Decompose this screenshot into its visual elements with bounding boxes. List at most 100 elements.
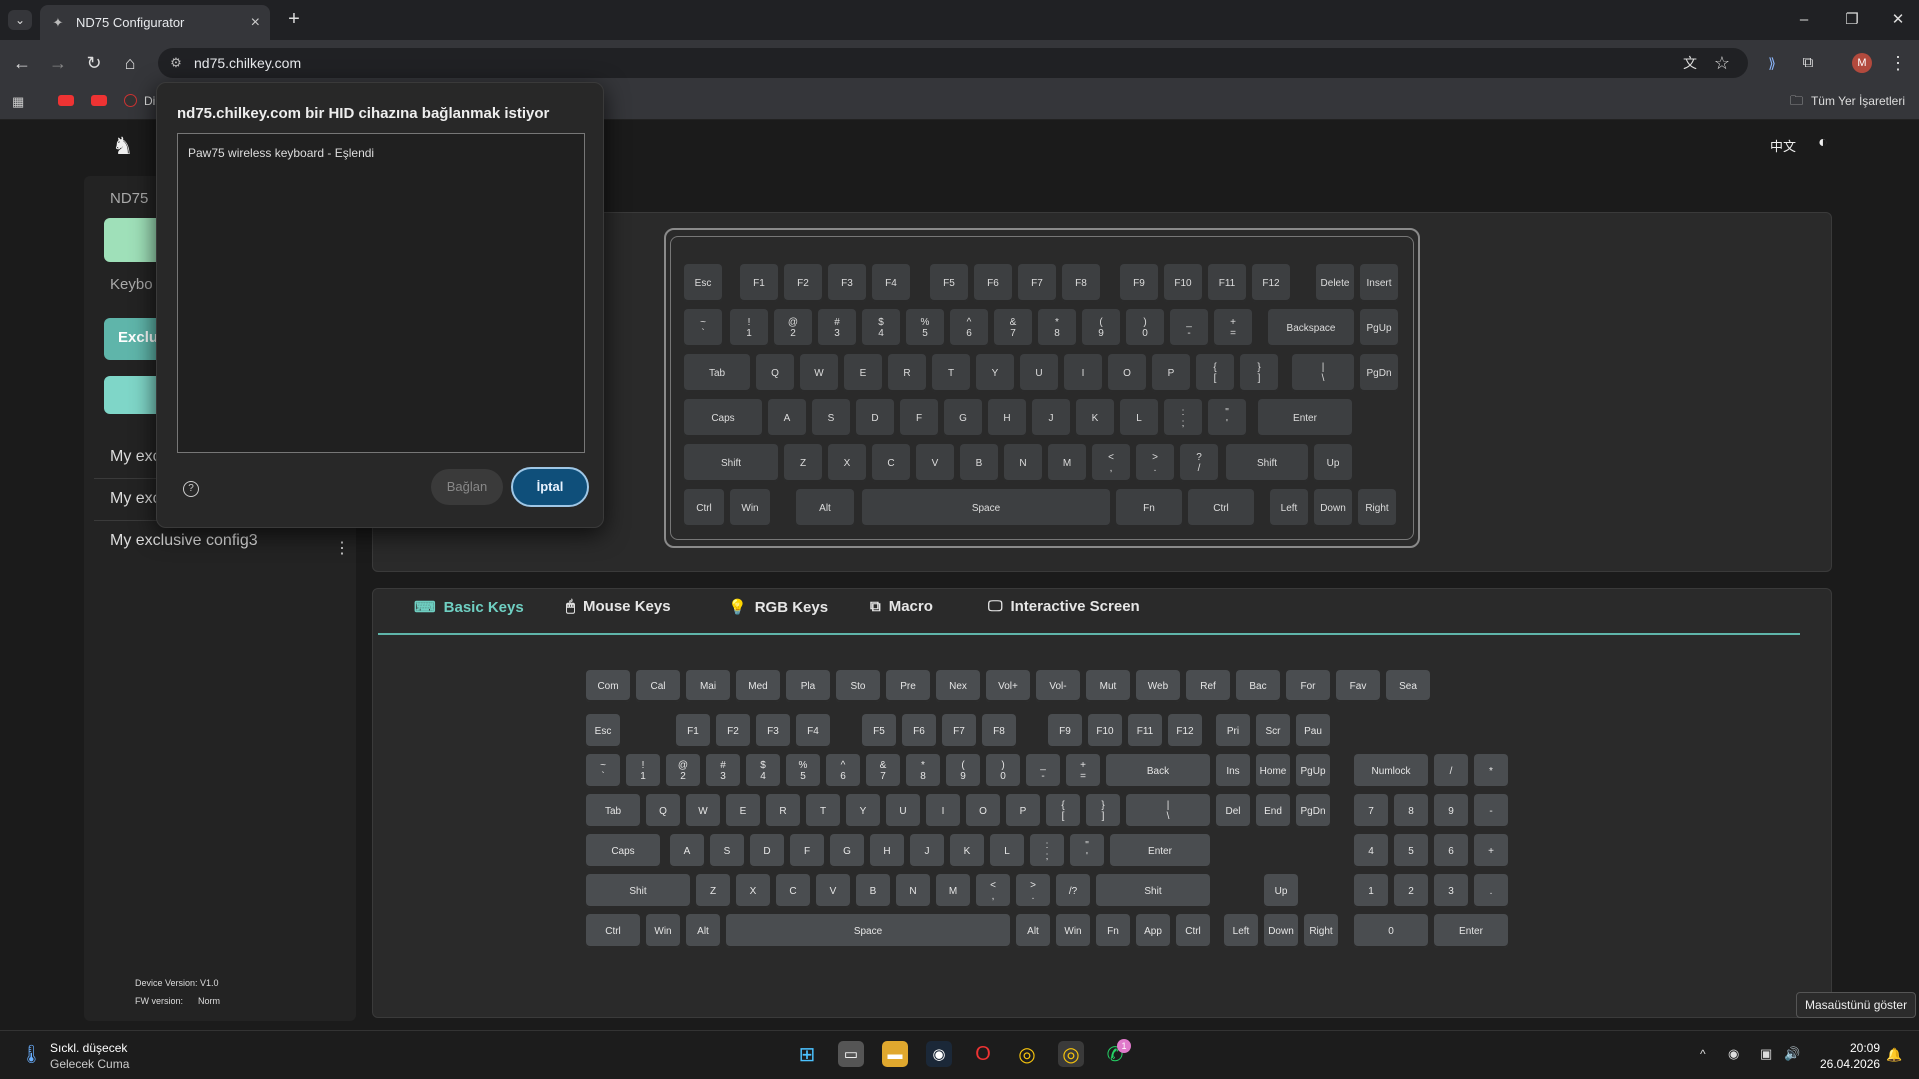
key[interactable]: N [1004, 444, 1042, 482]
key[interactable]: > . [1136, 444, 1174, 482]
steam-icon[interactable]: ◉ [926, 1041, 952, 1067]
key[interactable]: " ' [1208, 399, 1246, 437]
theme-toggle-icon[interactable]: ◐ [1818, 134, 1828, 152]
key[interactable]: 9 [1434, 794, 1468, 828]
device-button[interactable] [104, 218, 164, 262]
task-view-icon[interactable]: ▭ [838, 1041, 864, 1067]
key[interactable]: Down [1314, 489, 1352, 527]
reload-icon[interactable]: ↻ [82, 51, 106, 75]
key[interactable]: ~ ` [586, 754, 620, 788]
key[interactable]: " ' [1070, 834, 1104, 868]
site-info-icon[interactable]: ⚙ [168, 55, 184, 71]
key[interactable]: M [1048, 444, 1086, 482]
key[interactable]: Insert [1360, 264, 1398, 302]
key[interactable]: O [1108, 354, 1146, 392]
key[interactable]: Nex [936, 670, 980, 702]
key[interactable]: Z [784, 444, 822, 482]
key[interactable]: V [816, 874, 850, 908]
key[interactable]: Alt [1016, 914, 1050, 948]
key[interactable]: % 5 [906, 309, 944, 347]
key[interactable]: F [900, 399, 938, 437]
key[interactable]: F1 [676, 714, 710, 748]
key[interactable]: Med [736, 670, 780, 702]
key[interactable]: ! 1 [730, 309, 768, 347]
forward-icon[interactable]: → [46, 51, 70, 75]
key[interactable]: Sto [836, 670, 880, 702]
minimize-icon[interactable]: – [1784, 8, 1824, 32]
key[interactable]: PgDn [1360, 354, 1398, 392]
key[interactable]: Win [646, 914, 680, 948]
key[interactable]: L [990, 834, 1024, 868]
key[interactable]: Left [1270, 489, 1308, 527]
file-explorer-icon[interactable]: ▬ [882, 1041, 908, 1067]
key[interactable]: ~ ` [684, 309, 722, 347]
key[interactable]: Right [1304, 914, 1338, 948]
key[interactable]: ! 1 [626, 754, 660, 788]
key[interactable]: ^ 6 [826, 754, 860, 788]
key[interactable]: Win [730, 489, 770, 527]
key[interactable]: S [812, 399, 850, 437]
key[interactable]: 5 [1394, 834, 1428, 868]
key[interactable]: Space [862, 489, 1110, 527]
menu-icon[interactable]: ⋮ [1886, 51, 1910, 75]
key[interactable]: U [886, 794, 920, 828]
key[interactable]: F9 [1048, 714, 1082, 748]
key[interactable]: - [1474, 794, 1508, 828]
weather-line-1[interactable]: Sıckl. düşecek [50, 1041, 127, 1055]
key[interactable]: Numlock [1354, 754, 1428, 788]
language-toggle[interactable]: 中文 [1770, 136, 1796, 155]
key[interactable]: _ - [1170, 309, 1208, 347]
key[interactable]: Scr [1256, 714, 1290, 748]
key[interactable]: I [926, 794, 960, 828]
key[interactable]: Z [696, 874, 730, 908]
key[interactable]: Fav [1336, 670, 1380, 702]
key[interactable]: N [896, 874, 930, 908]
key[interactable]: Sea [1386, 670, 1430, 702]
exclusive-button[interactable]: Exclu [104, 318, 164, 360]
key[interactable]: & 7 [866, 754, 900, 788]
key[interactable]: D [750, 834, 784, 868]
home-icon[interactable]: ⌂ [118, 51, 142, 75]
key[interactable]: 6 [1434, 834, 1468, 868]
key[interactable]: < , [976, 874, 1010, 908]
key[interactable]: * 8 [906, 754, 940, 788]
key[interactable]: K [1076, 399, 1114, 437]
key[interactable]: Ctrl [1188, 489, 1254, 527]
key[interactable]: Up [1314, 444, 1352, 482]
key[interactable]: F6 [974, 264, 1012, 302]
key[interactable]: F2 [716, 714, 750, 748]
key[interactable]: Alt [686, 914, 720, 948]
key[interactable]: Win [1056, 914, 1090, 948]
volume-icon[interactable]: 🔊 [1784, 1046, 1800, 1062]
key[interactable]: F11 [1208, 264, 1246, 302]
key[interactable]: ) 0 [986, 754, 1020, 788]
key[interactable]: Ins [1216, 754, 1250, 788]
key[interactable]: X [828, 444, 866, 482]
key[interactable]: V [916, 444, 954, 482]
key[interactable]: _ - [1026, 754, 1060, 788]
add-config-button[interactable] [104, 376, 164, 414]
key[interactable]: F2 [784, 264, 822, 302]
key[interactable]: Shift [1226, 444, 1308, 482]
key[interactable]: T [806, 794, 840, 828]
key[interactable]: Q [756, 354, 794, 392]
back-icon[interactable]: ← [10, 51, 34, 75]
key[interactable]: @ 2 [774, 309, 812, 347]
key[interactable]: F4 [796, 714, 830, 748]
key[interactable]: M [936, 874, 970, 908]
key[interactable]: F12 [1168, 714, 1202, 748]
key[interactable]: F1 [740, 264, 778, 302]
restore-icon[interactable]: ❐ [1832, 8, 1872, 32]
key[interactable]: L [1120, 399, 1158, 437]
key[interactable]: Web [1136, 670, 1180, 702]
key[interactable]: Home [1256, 754, 1290, 788]
key[interactable]: Delete [1316, 264, 1354, 302]
key[interactable]: Mut [1086, 670, 1130, 702]
more-options-icon[interactable]: ⋮ [334, 538, 350, 558]
key[interactable]: Caps [684, 399, 762, 437]
config-item-3[interactable]: My exclusive config3 [110, 532, 258, 550]
key[interactable]: Space [726, 914, 1010, 948]
key[interactable]: > . [1016, 874, 1050, 908]
key[interactable]: E [726, 794, 760, 828]
key[interactable]: F5 [930, 264, 968, 302]
